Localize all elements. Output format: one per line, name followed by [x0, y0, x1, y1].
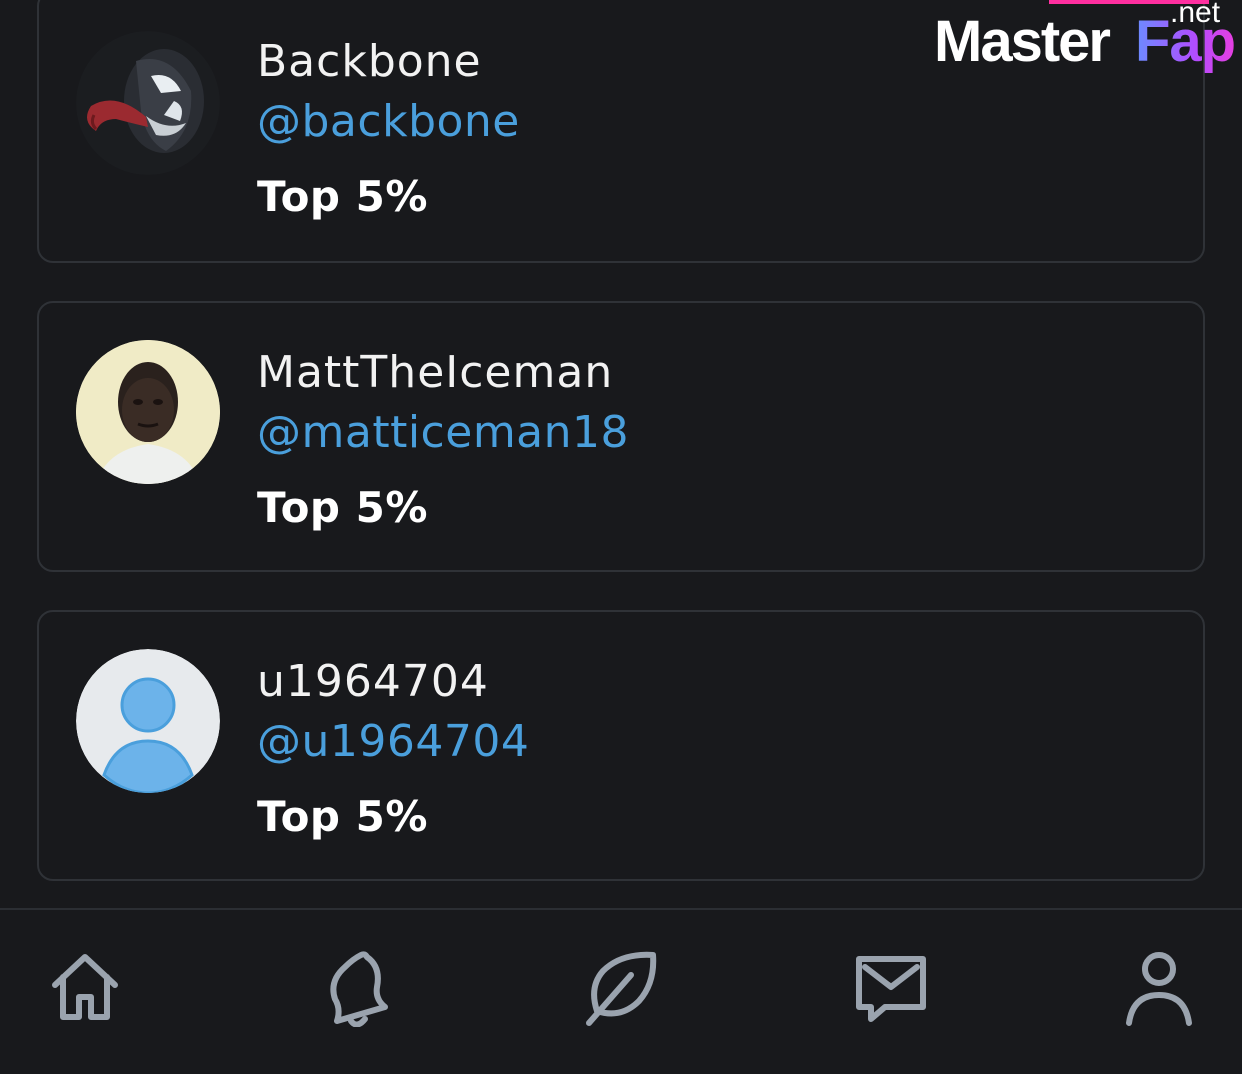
message-icon [856, 956, 926, 1022]
home-icon [52, 954, 118, 1020]
user-name[interactable]: Backbone [257, 36, 482, 87]
user-name[interactable]: MattTheIceman [257, 347, 613, 398]
nav-profile[interactable] [1114, 942, 1204, 1032]
user-name[interactable]: u1964704 [257, 656, 489, 707]
nav-messages[interactable] [846, 942, 936, 1032]
user-handle[interactable]: @matticeman18 [257, 407, 629, 458]
user-card[interactable]: MattTheIceman @matticeman18 Top 5% [37, 301, 1205, 572]
bell-icon [330, 951, 388, 1027]
default-user-icon [76, 649, 220, 793]
photo-avatar-image [76, 340, 220, 484]
venom-avatar-image [76, 31, 220, 175]
rank-label: Top 5% [257, 172, 428, 221]
watermark-master: Master [934, 9, 1111, 74]
avatar[interactable] [76, 649, 220, 793]
leaf-icon [586, 951, 657, 1026]
avatar[interactable] [76, 31, 220, 175]
page: Backbone @backbone Top 5% MattTheIceman … [0, 0, 1242, 1074]
bottom-nav [0, 910, 1242, 1074]
watermark-net: .net [1170, 0, 1221, 29]
rank-label: Top 5% [257, 792, 428, 841]
user-card[interactable]: u1964704 @u1964704 Top 5% [37, 610, 1205, 881]
user-handle[interactable]: @u1964704 [257, 716, 529, 767]
user-icon [1126, 952, 1192, 1026]
nav-explore[interactable] [576, 942, 666, 1032]
nav-notifications[interactable] [310, 942, 400, 1032]
nav-home[interactable] [40, 942, 130, 1032]
user-handle[interactable]: @backbone [257, 96, 520, 147]
rank-label: Top 5% [257, 483, 428, 532]
avatar[interactable] [76, 340, 220, 484]
watermark-logo: Master Fap .net [932, 0, 1242, 82]
